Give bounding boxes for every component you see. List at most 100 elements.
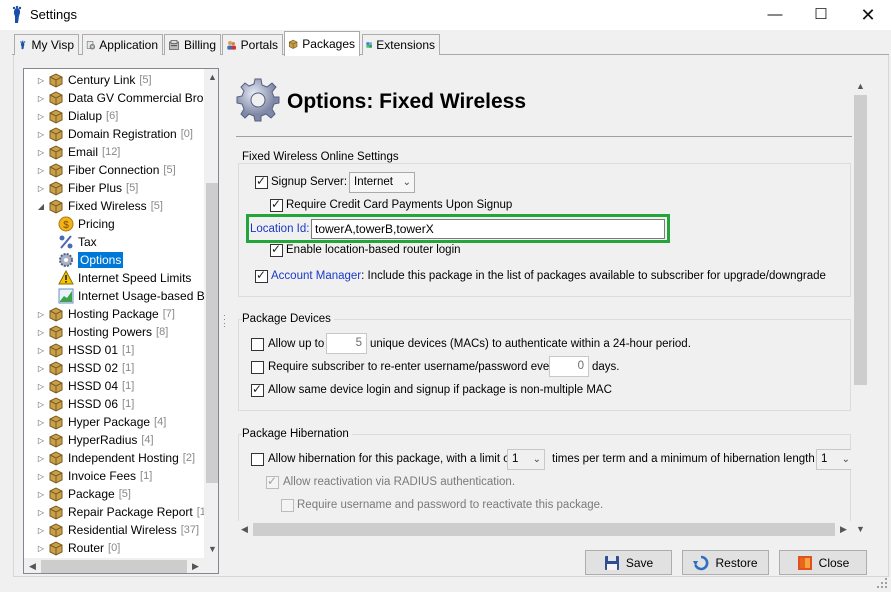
tree-item-count: [1] xyxy=(122,398,135,410)
tree-item[interactable]: ▷ Residential Wireless [37] xyxy=(24,521,199,539)
collapsed-arrow-icon[interactable]: ▷ xyxy=(36,418,46,427)
hibernation-min-select[interactable]: 1 ⌄ xyxy=(816,449,854,470)
tab-portals[interactable]: Portals xyxy=(222,34,283,55)
hibernation-limit-select[interactable]: 1 ⌄ xyxy=(507,449,545,470)
collapsed-arrow-icon[interactable]: ▷ xyxy=(36,454,46,463)
collapsed-arrow-icon[interactable]: ▷ xyxy=(36,472,46,481)
location-id-input[interactable]: towerA,towerB,towerX xyxy=(311,219,665,239)
content-vertical-scroll-thumb[interactable] xyxy=(854,95,867,385)
tree-item[interactable]: ▷ Package [5] xyxy=(24,485,131,503)
tree-item[interactable]: ▷ Data GV Commercial Broadba xyxy=(24,89,218,107)
resize-grip-icon[interactable] xyxy=(875,576,889,590)
tree-item[interactable]: ▷ Domain Registration [0] xyxy=(24,125,193,143)
tab-my-visp[interactable]: My Visp xyxy=(14,34,79,55)
expanded-arrow-icon[interactable]: ◢ xyxy=(36,202,46,211)
package-tree[interactable]: ▷ Century Link [5] ▷ Data GV Commercial Broa… xyxy=(23,68,219,574)
scroll-up-arrow-icon[interactable]: ▲ xyxy=(852,78,869,95)
tree-item[interactable]: Internet Usage-based Billir xyxy=(24,287,218,305)
scroll-up-arrow-icon[interactable]: ▲ xyxy=(204,69,218,86)
tab-billing[interactable]: Billing xyxy=(164,34,221,55)
save-button[interactable]: Save xyxy=(585,550,672,575)
content-horizontal-scroll-thumb[interactable] xyxy=(253,523,835,536)
collapsed-arrow-icon[interactable]: ▷ xyxy=(36,166,46,175)
close-button[interactable]: Close xyxy=(779,550,867,575)
allow-up-to-checkbox[interactable] xyxy=(251,338,264,351)
scroll-down-arrow-icon[interactable]: ▼ xyxy=(204,541,218,558)
tree-item[interactable]: ▷ Century Link [5] xyxy=(24,71,152,89)
tree-item[interactable]: ▷ HSSD 04 [1] xyxy=(24,377,134,395)
package-icon xyxy=(48,126,64,142)
account-manager-link[interactable]: Account Manager xyxy=(271,270,361,282)
tree-item[interactable]: ▷ HSSD 01 [1] xyxy=(24,341,134,359)
tree-item[interactable]: ▷ Repair Package Report [1] xyxy=(24,503,209,521)
collapsed-arrow-icon[interactable]: ▷ xyxy=(36,184,46,193)
collapsed-arrow-icon[interactable]: ▷ xyxy=(36,346,46,355)
allow-reactivation-checkbox[interactable] xyxy=(266,474,279,489)
collapsed-arrow-icon[interactable]: ▷ xyxy=(36,508,46,517)
scroll-left-arrow-icon[interactable]: ◀ xyxy=(24,558,41,573)
same-device-checkbox[interactable] xyxy=(251,382,264,397)
collapsed-arrow-icon[interactable]: ▷ xyxy=(36,328,46,337)
collapsed-arrow-icon[interactable]: ▷ xyxy=(36,148,46,157)
collapsed-arrow-icon[interactable]: ▷ xyxy=(36,310,46,319)
collapsed-arrow-icon[interactable]: ▷ xyxy=(36,76,46,85)
signup-server-checkbox[interactable] xyxy=(255,174,268,189)
allow-hibernation-checkbox[interactable] xyxy=(251,453,264,466)
tree-item[interactable]: ▷ HSSD 02 [1] xyxy=(24,359,134,377)
tree-item[interactable]: $ Pricing xyxy=(24,215,115,233)
scrollbar-corner xyxy=(204,558,218,573)
tab-packages[interactable]: Packages xyxy=(284,31,360,56)
tree-item[interactable]: ▷ Email [12] xyxy=(24,143,120,161)
restore-button[interactable]: Restore xyxy=(682,550,769,575)
max-devices-input[interactable]: 5 xyxy=(326,333,367,354)
scroll-down-arrow-icon[interactable]: ▼ xyxy=(852,521,869,538)
enable-location-checkbox[interactable] xyxy=(270,242,283,257)
signup-server-select[interactable]: Internet ⌄ xyxy=(349,172,415,193)
scroll-left-arrow-icon[interactable]: ◀ xyxy=(236,521,253,538)
collapsed-arrow-icon[interactable]: ▷ xyxy=(36,130,46,139)
tree-item[interactable]: ▷ Dialup [6] xyxy=(24,107,118,125)
tree-item[interactable]: Tax xyxy=(24,233,97,251)
collapsed-arrow-icon[interactable]: ▷ xyxy=(36,436,46,445)
splitter-grip[interactable] xyxy=(223,314,226,328)
tree-item[interactable]: ◢ Fixed Wireless [5] xyxy=(24,197,163,215)
tree-horizontal-scroll-thumb[interactable] xyxy=(41,560,187,573)
collapsed-arrow-icon[interactable]: ▷ xyxy=(36,112,46,121)
scroll-right-arrow-icon[interactable]: ▶ xyxy=(835,521,852,538)
collapsed-arrow-icon[interactable]: ▷ xyxy=(36,94,46,103)
tree-item[interactable]: ▷ Fiber Connection [5] xyxy=(24,161,176,179)
maximize-button[interactable]: ☐ xyxy=(798,0,844,30)
tree-item[interactable]: ▷ Independent Hosting [2] xyxy=(24,449,195,467)
collapsed-arrow-icon[interactable]: ▷ xyxy=(36,400,46,409)
collapsed-arrow-icon[interactable]: ▷ xyxy=(36,544,46,553)
collapsed-arrow-icon[interactable]: ▷ xyxy=(36,382,46,391)
minimize-button[interactable]: — xyxy=(752,0,798,30)
tree-item[interactable]: ▷ Router [0] xyxy=(24,539,120,557)
require-username-checkbox[interactable] xyxy=(281,499,294,512)
hibernation-min-value: 1 xyxy=(821,453,828,465)
collapsed-arrow-icon[interactable]: ▷ xyxy=(36,364,46,373)
tree-item[interactable]: ▷ Invoice Fees [1] xyxy=(24,467,152,485)
tree-item[interactable]: ▷ HyperRadius [4] xyxy=(24,431,154,449)
tree-item[interactable]: Options xyxy=(24,251,124,269)
tree-item[interactable]: ▷ Hyper Package [4] xyxy=(24,413,166,431)
tab-application[interactable]: Application xyxy=(82,34,163,55)
reenter-credentials-checkbox[interactable] xyxy=(251,361,264,374)
package-icon xyxy=(48,432,64,448)
tab-extensions[interactable]: Extensions xyxy=(362,34,440,55)
package-icon xyxy=(48,486,64,502)
collapsed-arrow-icon[interactable]: ▷ xyxy=(36,526,46,535)
tree-vertical-scroll-thumb[interactable] xyxy=(206,183,218,483)
require-cc-checkbox[interactable] xyxy=(270,197,283,212)
tree-item-label: Internet Speed Limits xyxy=(78,271,192,285)
reenter-days-input[interactable]: 0 xyxy=(549,356,589,377)
account-manager-checkbox[interactable] xyxy=(255,268,268,283)
close-window-button[interactable]: ✕ xyxy=(845,0,891,30)
tree-item[interactable]: Internet Speed Limits xyxy=(24,269,191,287)
scroll-right-arrow-icon[interactable]: ▶ xyxy=(187,558,204,573)
tree-item[interactable]: ▷ Fiber Plus [5] xyxy=(24,179,138,197)
tree-item[interactable]: ▷ HSSD 06 [1] xyxy=(24,395,134,413)
tree-item[interactable]: ▷ Hosting Package [7] xyxy=(24,305,175,323)
collapsed-arrow-icon[interactable]: ▷ xyxy=(36,490,46,499)
tree-item[interactable]: ▷ Hosting Powers [8] xyxy=(24,323,168,341)
